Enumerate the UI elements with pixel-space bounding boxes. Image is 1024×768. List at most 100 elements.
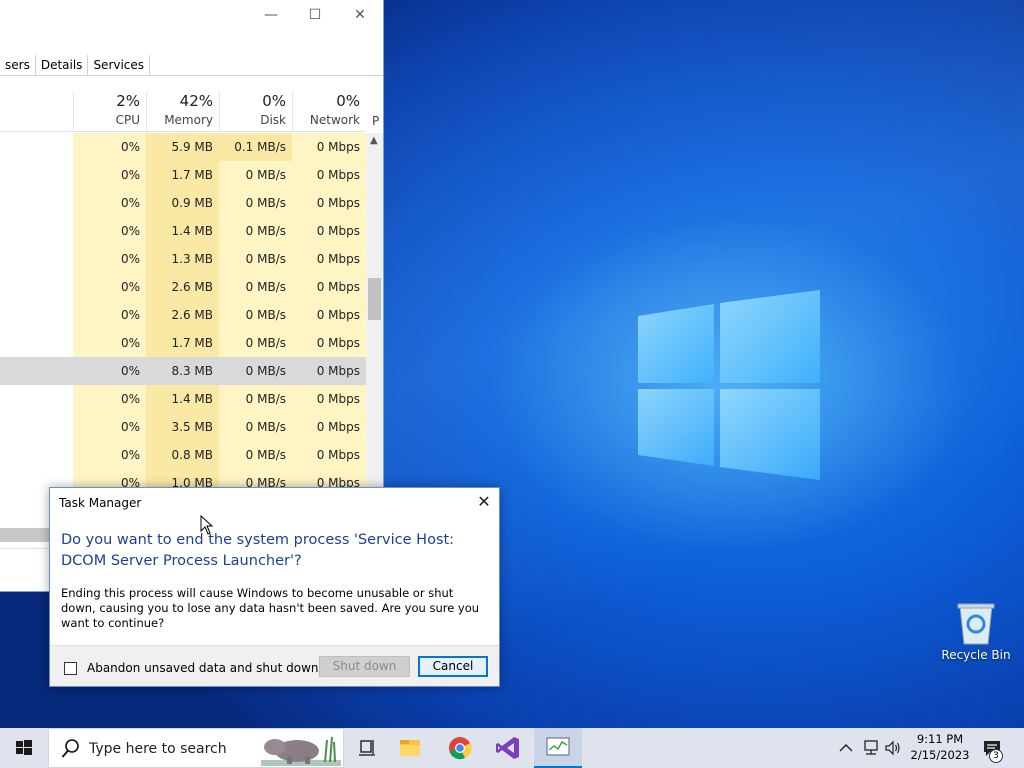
disk-cell: 0 MB/s (219, 329, 292, 357)
close-button[interactable]: ✕ (345, 4, 375, 26)
tab-details[interactable]: Details (36, 55, 89, 76)
windows-logo (638, 290, 820, 480)
memory-cell: 0.8 MB (146, 441, 219, 469)
cpu-cell: 0% (73, 357, 146, 385)
clock[interactable]: 9:11 PM 2/15/2023 (905, 731, 975, 763)
tab-services[interactable]: Services (88, 55, 151, 76)
dialog-close-icon[interactable]: ✕ (474, 492, 494, 512)
task-view-icon[interactable] (344, 728, 392, 768)
network-icon[interactable] (862, 739, 880, 757)
table-row[interactable]: 0% 8.3 MB 0 MB/s 0 Mbps (0, 357, 366, 385)
disk-cell: 0 MB/s (219, 441, 292, 469)
cpu-cell: 0% (73, 189, 146, 217)
network-label: Network (309, 113, 360, 127)
disk-cell: 0 MB/s (219, 357, 292, 385)
disk-cell: 0 MB/s (219, 413, 292, 441)
abandon-data-checkbox[interactable] (64, 662, 77, 675)
network-cell: 0 Mbps (292, 161, 366, 189)
recycle-bin-icon (957, 603, 995, 645)
table-row[interactable]: 0% 0.9 MB 0 MB/s 0 Mbps (0, 189, 366, 217)
table-row[interactable]: 0% 3.5 MB 0 MB/s 0 Mbps (0, 413, 366, 441)
process-rows: 0% 5.9 MB 0.1 MB/s 0 Mbps 0% 1.7 MB 0 MB/s 0 Mb… (0, 133, 366, 497)
table-row[interactable]: 0% 1.7 MB 0 MB/s 0 Mbps (0, 161, 366, 189)
tab-users[interactable]: sers (0, 55, 36, 76)
table-row[interactable]: 0% 1.3 MB 0 MB/s 0 Mbps (0, 245, 366, 273)
column-header-network[interactable]: 0% Network (292, 92, 366, 132)
network-cell: 0 Mbps (292, 441, 366, 469)
cpu-cell: 0% (73, 301, 146, 329)
end-process-dialog: Task Manager ✕ Do you want to end the sy… (49, 487, 500, 687)
horizontal-scrollbar-thumb[interactable] (0, 528, 50, 542)
chevron-up-icon[interactable] (838, 740, 854, 756)
cpu-cell: 0% (73, 441, 146, 469)
network-cell: 0 Mbps (292, 273, 366, 301)
network-cell: 0 Mbps (292, 189, 366, 217)
network-percent: 0% (336, 92, 360, 110)
memory-cell: 1.3 MB (146, 245, 219, 273)
memory-cell: 2.6 MB (146, 273, 219, 301)
disk-cell: 0 MB/s (219, 161, 292, 189)
chrome-icon[interactable] (436, 728, 484, 768)
disk-cell: 0 MB/s (219, 301, 292, 329)
table-row[interactable]: 0% 0.8 MB 0 MB/s 0 Mbps (0, 441, 366, 469)
network-cell: 0 Mbps (292, 357, 366, 385)
dialog-footer: Abandon unsaved data and shut down. Shut… (50, 645, 499, 686)
memory-cell: 1.7 MB (146, 161, 219, 189)
disk-label: Disk (260, 113, 286, 127)
task-manager-taskbar-button[interactable] (534, 728, 582, 768)
search-box[interactable]: Type here to search (48, 728, 344, 768)
memory-cell: 2.6 MB (146, 301, 219, 329)
volume-icon[interactable] (884, 739, 902, 757)
cpu-label: CPU (115, 113, 140, 127)
scrollbar-thumb[interactable] (368, 278, 381, 320)
column-header-disk[interactable]: 0% Disk (219, 92, 292, 132)
cpu-cell: 0% (73, 245, 146, 273)
disk-cell: 0 MB/s (219, 245, 292, 273)
minimize-button[interactable]: — (256, 4, 286, 26)
memory-cell: 1.4 MB (146, 385, 219, 413)
memory-cell: 5.9 MB (146, 133, 219, 161)
task-manager-icon (546, 737, 570, 756)
recycle-bin[interactable]: Recycle Bin (940, 600, 1012, 662)
task-manager-titlebar: — ☐ ✕ (0, 0, 383, 32)
dialog-main-instruction: Do you want to end the system process 'S… (61, 532, 455, 569)
dialog-content: Ending this process will cause Windows t… (61, 586, 480, 630)
windows-start-icon (16, 740, 32, 755)
memory-cell: 8.3 MB (146, 357, 219, 385)
start-button[interactable] (0, 728, 48, 768)
file-explorer-icon[interactable] (386, 728, 434, 768)
dialog-title: Task Manager (59, 496, 142, 510)
table-row[interactable]: 0% 2.6 MB 0 MB/s 0 Mbps (0, 273, 366, 301)
memory-cell: 1.4 MB (146, 217, 219, 245)
maximize-button[interactable]: ☐ (300, 4, 330, 26)
table-row[interactable]: 0% 1.4 MB 0 MB/s 0 Mbps (0, 217, 366, 245)
column-header-partial[interactable]: P (372, 114, 379, 128)
search-icon (61, 739, 79, 758)
table-row[interactable]: 0% 5.9 MB 0.1 MB/s 0 Mbps (0, 133, 366, 161)
search-placeholder: Type here to search (89, 741, 227, 757)
shutdown-button[interactable]: Shut down (319, 656, 410, 677)
visual-studio-icon[interactable] (484, 728, 532, 768)
process-table-header: 2% CPU 42% Memory 0% Disk 0% Network (0, 92, 366, 132)
notification-count-badge: 3 (989, 749, 1003, 763)
column-header-cpu[interactable]: 2% CPU (73, 92, 146, 132)
memory-cell: 0.9 MB (146, 189, 219, 217)
disk-percent: 0% (262, 92, 286, 110)
cpu-cell: 0% (73, 133, 146, 161)
column-header-memory[interactable]: 42% Memory (146, 92, 219, 132)
disk-cell: 0 MB/s (219, 385, 292, 413)
abandon-data-label[interactable]: Abandon unsaved data and shut down. (87, 661, 322, 675)
disk-cell: 0 MB/s (219, 273, 292, 301)
table-row[interactable]: 0% 2.6 MB 0 MB/s 0 Mbps (0, 301, 366, 329)
disk-cell: 0 MB/s (219, 189, 292, 217)
cancel-button[interactable]: Cancel (418, 656, 488, 677)
scroll-up-icon[interactable]: ▲ (370, 135, 378, 146)
vertical-scrollbar[interactable]: ▲ (366, 133, 383, 493)
taskbar: Type here to search 9:11 PM 2/15/2023 3 (0, 728, 1024, 768)
table-row[interactable]: 0% 1.7 MB 0 MB/s 0 Mbps (0, 329, 366, 357)
network-cell: 0 Mbps (292, 413, 366, 441)
clock-time: 9:11 PM (916, 732, 964, 746)
network-cell: 0 Mbps (292, 245, 366, 273)
memory-cell: 3.5 MB (146, 413, 219, 441)
table-row[interactable]: 0% 1.4 MB 0 MB/s 0 Mbps (0, 385, 366, 413)
